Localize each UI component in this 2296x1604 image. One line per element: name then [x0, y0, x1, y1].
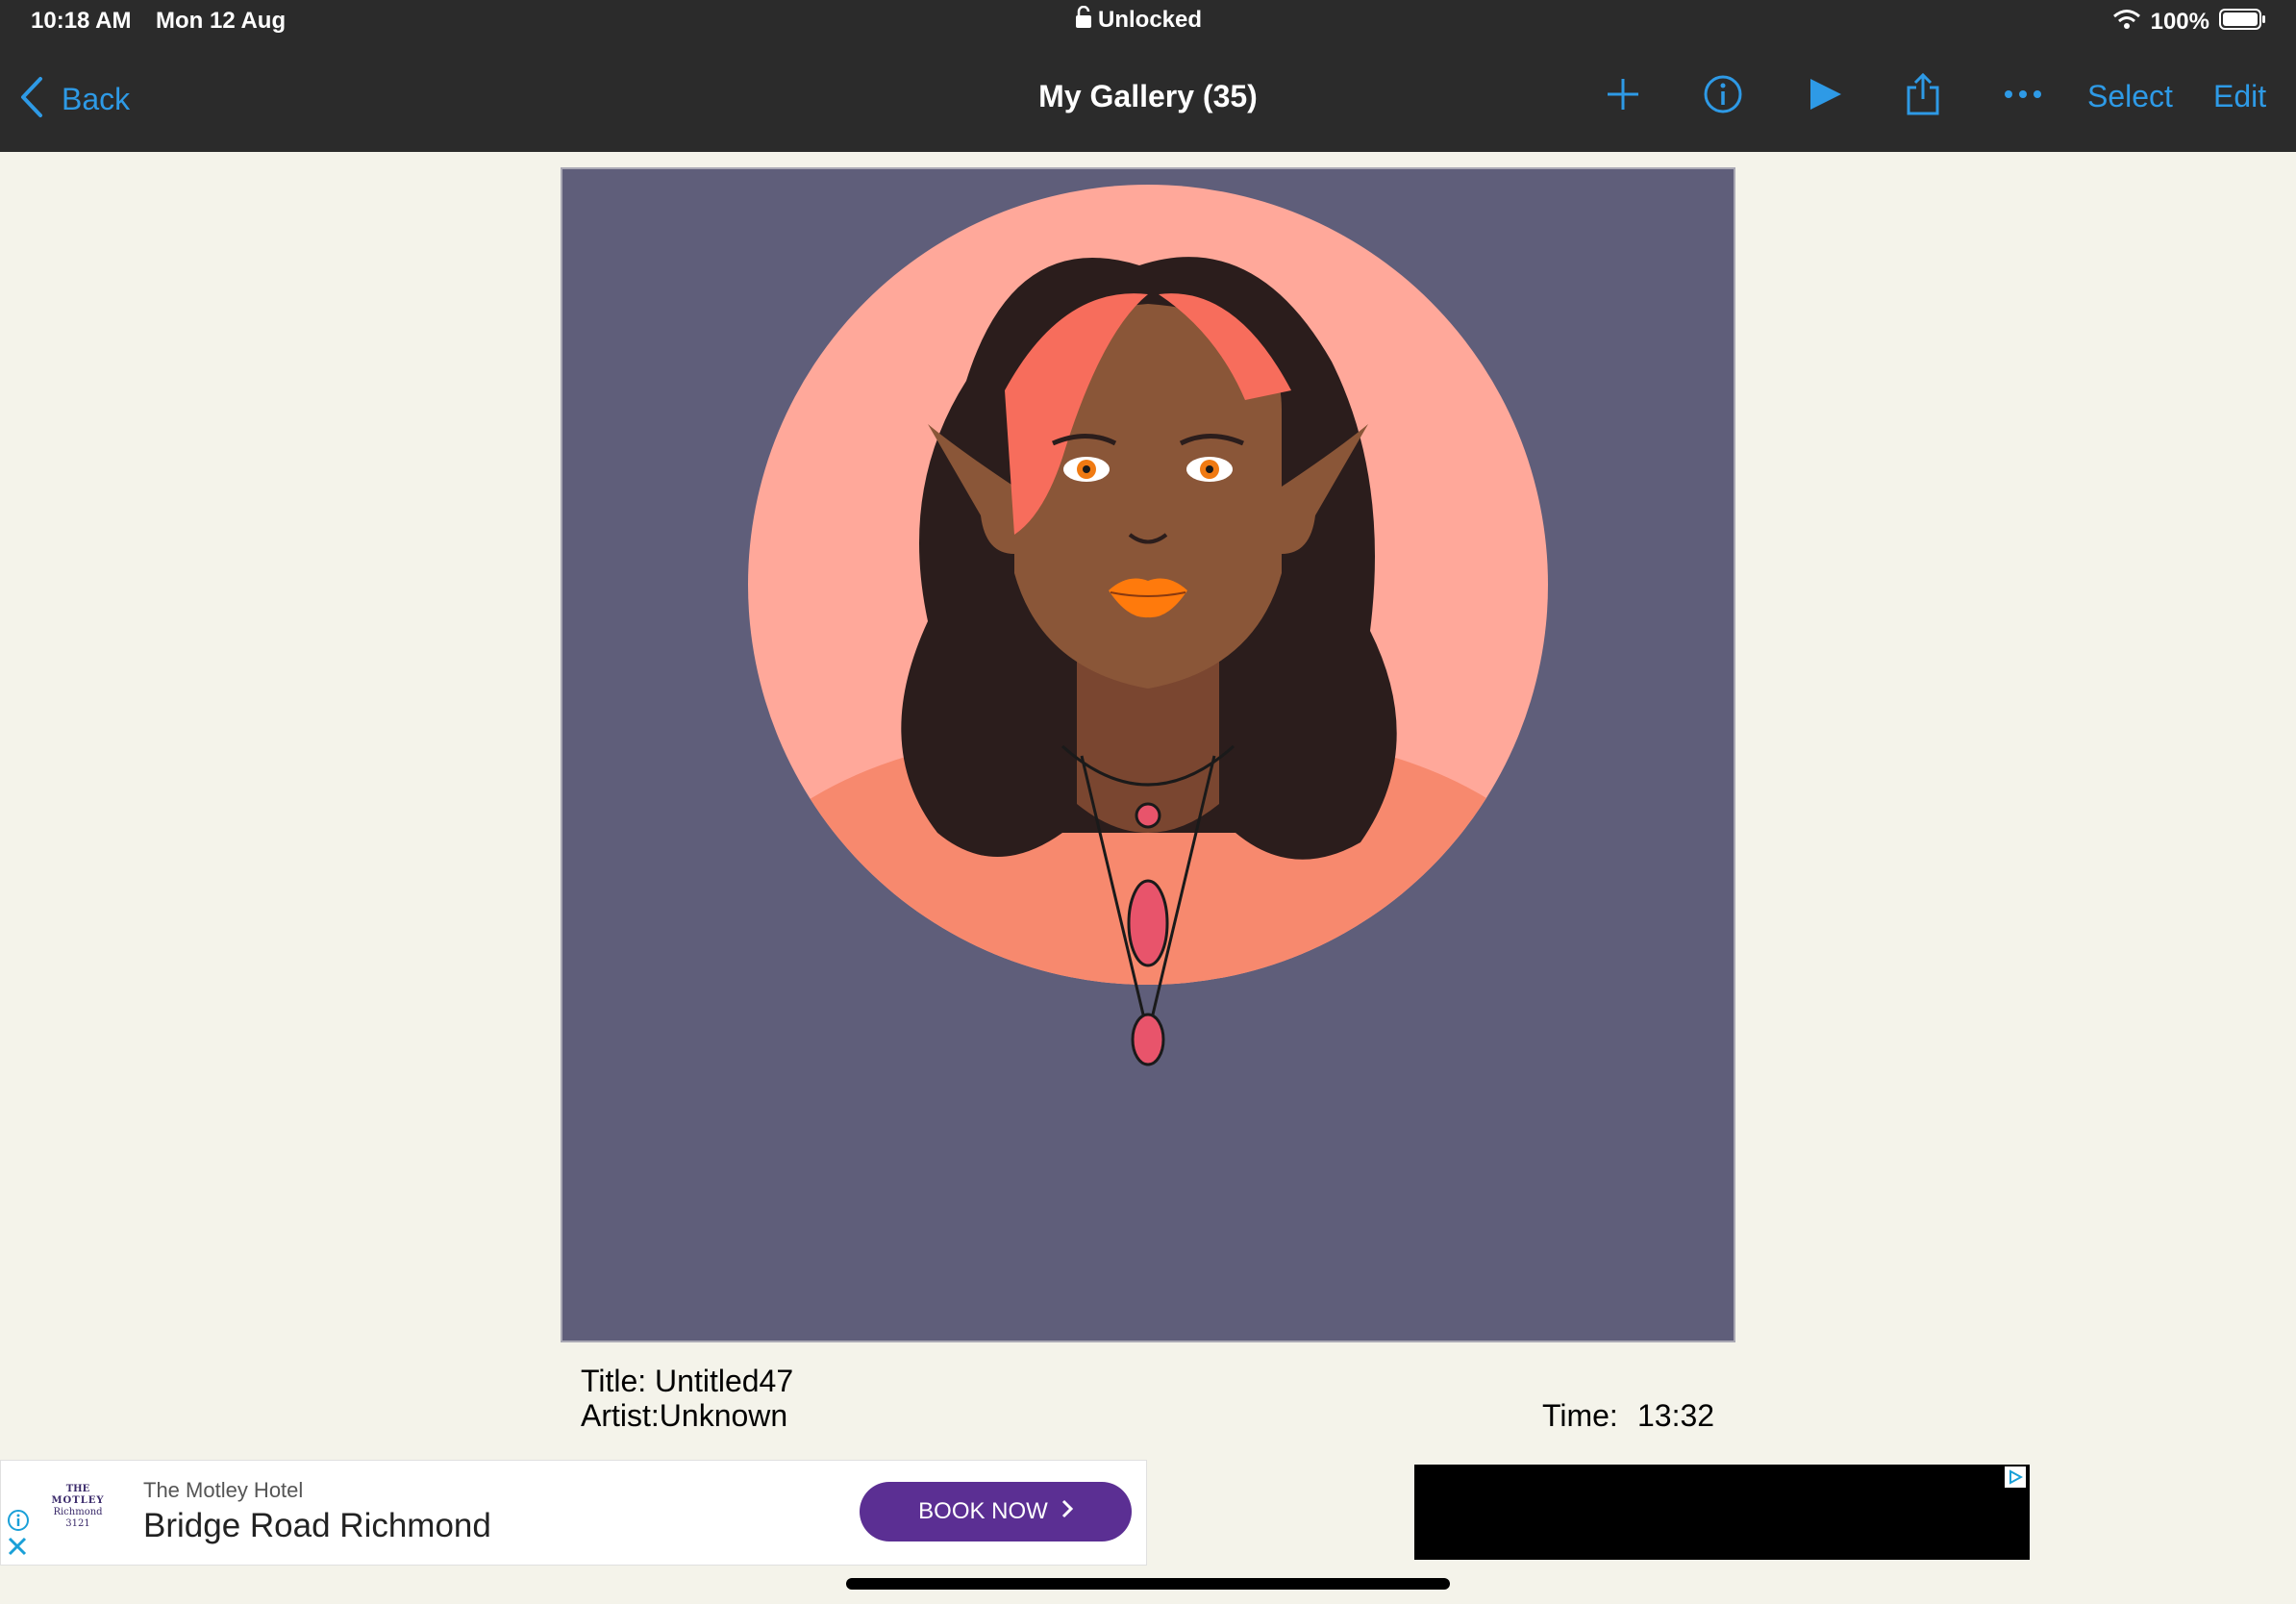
artwork-preview[interactable]	[561, 167, 1735, 1342]
play-icon	[1807, 76, 1843, 117]
wifi-icon	[2112, 9, 2141, 35]
unlock-icon	[1075, 5, 1092, 34]
book-now-button[interactable]: BOOK NOW	[860, 1482, 1132, 1541]
time-label: Time:	[1542, 1398, 1618, 1433]
ad-brand: The Motley Hotel	[143, 1478, 304, 1502]
add-button[interactable]	[1602, 75, 1644, 117]
more-button[interactable]	[2002, 75, 2044, 117]
ad-logo-line: 3121	[65, 1518, 90, 1529]
ad-logo-line: MOTLEY	[51, 1495, 105, 1506]
ad-logo-line: THE	[65, 1484, 90, 1494]
lock-status-text: Unlocked	[1098, 6, 1203, 33]
ad-logo: THE MOTLEY Richmond 3121	[41, 1484, 114, 1545]
info-button[interactable]	[1702, 75, 1744, 117]
ad-choices-icon[interactable]	[2005, 1466, 2026, 1488]
ad-close-icon[interactable]	[7, 1536, 28, 1562]
select-button[interactable]: Select	[2087, 79, 2173, 114]
ad-placeholder[interactable]	[1414, 1465, 2030, 1560]
plus-icon	[1604, 75, 1642, 118]
page-title: My Gallery (35)	[1038, 79, 1258, 113]
status-time: 10:18 AM	[31, 8, 132, 34]
artwork-illustration	[748, 185, 1548, 1066]
artwork-pendant-large	[1127, 879, 1169, 967]
status-date: Mon 12 Aug	[156, 8, 287, 34]
ad-headline: Bridge Road Richmond	[143, 1507, 491, 1544]
share-button[interactable]	[1902, 72, 1944, 117]
top-bar: 10:18 AM Mon 12 Aug Unlocked 100% Back M…	[0, 0, 2296, 152]
play-button[interactable]	[1804, 75, 1846, 117]
ad-banner[interactable]: THE MOTLEY Richmond 3121 The Motley Hote…	[0, 1460, 1147, 1566]
artwork-title: Title: Untitled47	[581, 1364, 794, 1398]
artwork-pendant-drop	[1131, 1013, 1165, 1066]
info-icon	[1703, 74, 1743, 119]
ad-info-icon[interactable]	[7, 1509, 30, 1537]
more-icon	[2004, 88, 2042, 105]
artwork-pendant-small	[1135, 802, 1161, 829]
time-value: 13:32	[1637, 1398, 1715, 1433]
battery-percent: 100%	[2150, 8, 2209, 35]
book-now-label: BOOK NOW	[918, 1498, 1048, 1524]
lock-status: Unlocked	[1075, 5, 1203, 34]
chevron-right-icon	[1061, 1498, 1073, 1525]
status-right: 100%	[2112, 8, 2267, 36]
home-indicator	[846, 1578, 1450, 1590]
edit-button[interactable]: Edit	[2213, 79, 2266, 114]
ad-logo-line: Richmond	[53, 1507, 103, 1517]
artwork-artist: Artist:Unknown	[581, 1398, 788, 1433]
battery-icon	[2219, 8, 2267, 36]
share-icon	[1905, 72, 1941, 121]
